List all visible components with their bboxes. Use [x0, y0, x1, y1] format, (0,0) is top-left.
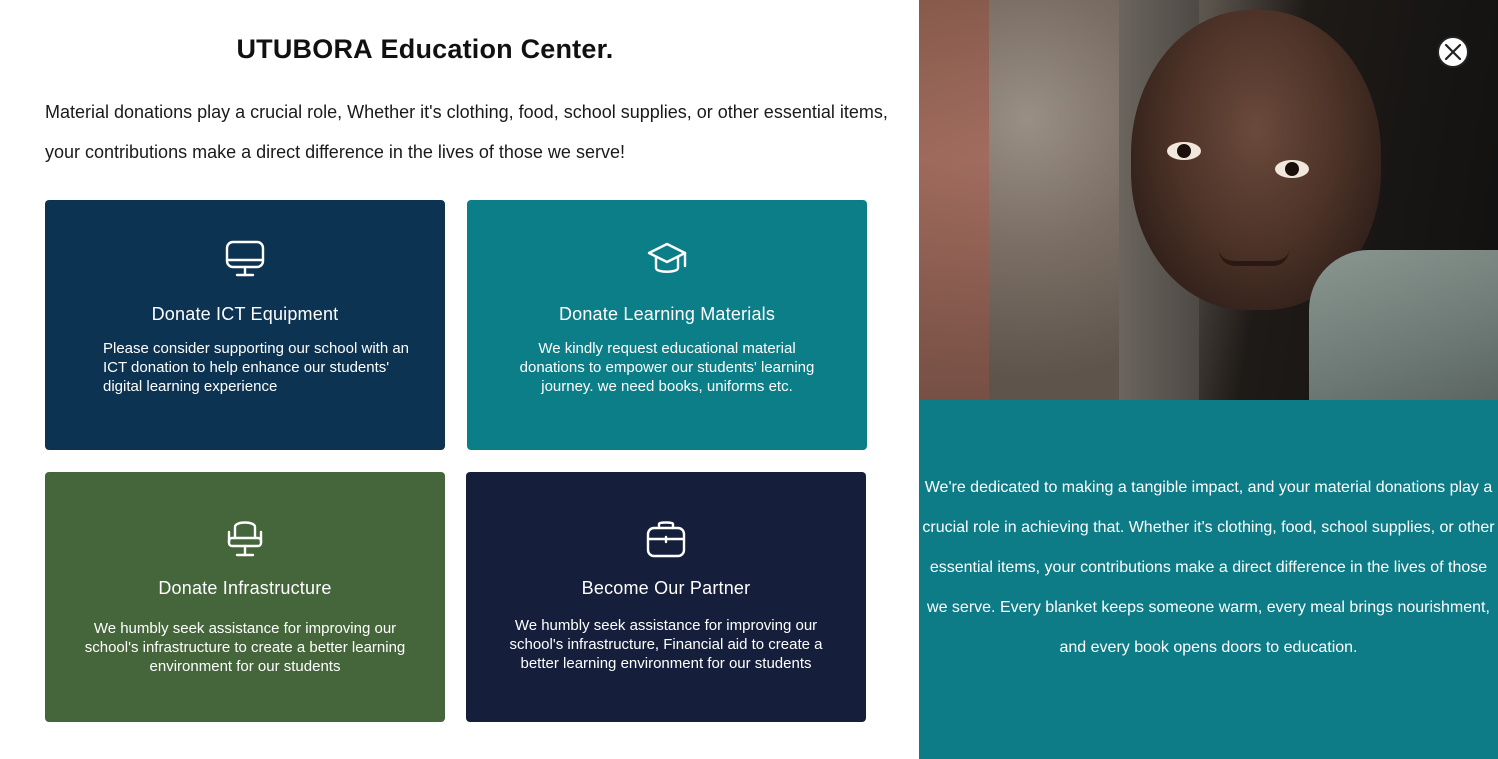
card-description: Please consider supporting our school wi… [103, 340, 410, 395]
main-content: UTUBORA Education Center. Material donat… [0, 0, 919, 759]
side-panel-text: We're dedicated to making a tangible imp… [922, 479, 1495, 656]
title-brand: UTUBORA [236, 34, 373, 64]
chair-icon [227, 521, 263, 557]
close-button[interactable] [1437, 36, 1469, 68]
briefcase-icon [646, 521, 686, 558]
card-description: We kindly request educational material d… [519, 340, 815, 395]
page-title: UTUBORA Education Center. [0, 34, 850, 65]
monitor-icon [225, 240, 265, 277]
card-donate-infrastructure[interactable]: Donate Infrastructure We humbly seek ass… [45, 472, 445, 722]
intro-paragraph: Material donations play a crucial role, … [45, 102, 888, 162]
card-title: Donate Learning Materials [558, 304, 776, 324]
card-donate-ict[interactable]: Donate ICT Equipment Please consider sup… [45, 200, 445, 450]
close-icon [1444, 43, 1462, 61]
card-become-partner[interactable]: Become Our Partner We humbly seek assist… [466, 472, 866, 722]
child-photo [919, 0, 1498, 400]
card-description: We humbly seek assistance for improving … [84, 620, 406, 675]
side-panel: We're dedicated to making a tangible imp… [919, 0, 1498, 759]
card-description: We humbly seek assistance for improving … [509, 617, 823, 672]
card-donate-learning-materials[interactable]: Donate Learning Materials We kindly requ… [467, 200, 867, 450]
graduation-cap-icon [647, 242, 687, 273]
card-title: Donate ICT Equipment [151, 304, 339, 324]
card-title: Become Our Partner [581, 578, 751, 598]
title-rest: Education Center. [372, 34, 614, 64]
card-title: Donate Infrastructure [158, 578, 332, 598]
